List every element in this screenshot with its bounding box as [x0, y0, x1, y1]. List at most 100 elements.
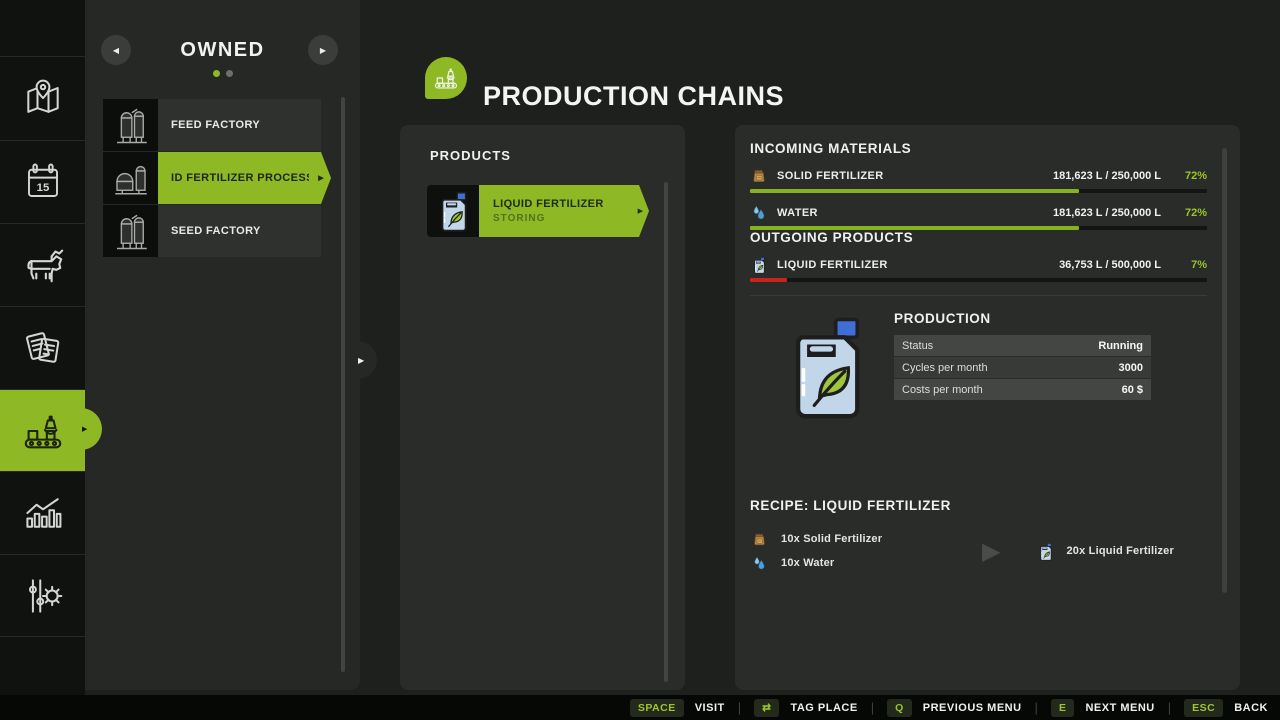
- hint-separator: |: [1167, 700, 1172, 715]
- water-icon: [750, 204, 768, 222]
- tag-place-hint: TAG PLACE: [790, 701, 858, 714]
- material-percent: 72%: [1184, 170, 1207, 182]
- row-label: Cycles per month: [902, 361, 988, 374]
- small-arrow-icon: ▶: [637, 208, 643, 215]
- page-title: PRODUCTION CHAINS: [483, 81, 785, 112]
- recipe-input-water: 10x Water: [750, 551, 946, 575]
- owned-panel: ◀ OWNED ▶ FEED FACTORY ID FERTILIZER PRO…: [85, 0, 360, 690]
- esc-key[interactable]: ESC: [1184, 698, 1224, 717]
- row-value: 3000: [1118, 361, 1143, 374]
- production-table: Status Running Cycles per month 3000 Cos…: [894, 335, 1151, 400]
- bottom-hint-bar: SPACE VISIT | ⇄ TAG PLACE | Q PREVIOUS M…: [0, 695, 1280, 720]
- material-label: WATER: [777, 207, 818, 219]
- list-item-fertilizer-factory[interactable]: ID FERTILIZER PROCESSING FA ▶: [103, 152, 331, 204]
- sidebar-item-map[interactable]: [0, 56, 85, 140]
- progress-fill: [750, 189, 1080, 193]
- sidebar-item-animals[interactable]: [0, 223, 85, 306]
- incoming-materials-title: INCOMING MATERIALS: [750, 141, 912, 156]
- main-sidebar: 15: [0, 0, 85, 695]
- material-percent: 72%: [1184, 207, 1207, 219]
- product-label: LIQUID FERTILIZER: [777, 259, 888, 271]
- sidebar-item-calendar[interactable]: 15: [0, 140, 85, 223]
- material-amount: 181,623 L / 250,000 L: [1052, 170, 1161, 182]
- small-arrow-icon: ▶: [358, 355, 365, 365]
- factory-thumbnail: [103, 205, 158, 257]
- row-label: Status: [902, 339, 934, 352]
- table-row-cycles: Cycles per month 3000: [894, 357, 1151, 378]
- space-key[interactable]: SPACE: [629, 698, 684, 717]
- production-title: PRODUCTION: [894, 311, 991, 326]
- table-row-status: Status Running: [894, 335, 1151, 356]
- hint-separator: |: [737, 700, 742, 715]
- recipe-arrow-icon: ▶: [982, 537, 1001, 565]
- section-divider: [750, 295, 1207, 296]
- product-amount: 36,753 L / 500,000 L: [1059, 259, 1161, 271]
- sidebar-spacer: [0, 636, 85, 695]
- next-menu-hint: NEXT MENU: [1085, 701, 1155, 714]
- settings-icon: [28, 578, 62, 613]
- material-row-water: WATER 181,623 L / 250,000 L 72%: [750, 203, 1207, 223]
- chevron-right-icon: ▶: [319, 45, 327, 55]
- production-block: PRODUCTION Status Running Cycles per mon…: [750, 311, 1207, 426]
- product-row-liquid-fertilizer: LIQUID FERTILIZER 36,753 L / 500,000 L 7…: [750, 255, 1207, 275]
- row-value: 60 $: [1121, 383, 1143, 396]
- cow-icon: [26, 249, 63, 283]
- map-icon: [26, 79, 59, 113]
- sidebar-item-production-chains[interactable]: [0, 389, 85, 471]
- page-dot-inactive: [225, 70, 233, 77]
- production-chains-icon: [434, 68, 458, 89]
- factory-label: SEED FACTORY: [171, 225, 261, 237]
- product-status: STORING: [493, 213, 546, 224]
- sidebar-item-settings[interactable]: [0, 554, 85, 636]
- hint-separator: |: [1034, 700, 1038, 715]
- solid-fertilizer-icon: [750, 167, 768, 185]
- panel-expander[interactable]: ▶: [355, 341, 377, 379]
- recipe-output-liquid-fertilizer: 20x Liquid Fertilizer: [1036, 542, 1174, 561]
- list-item-feed-factory[interactable]: FEED FACTORY: [103, 99, 321, 151]
- sidebar-item-statistics[interactable]: [0, 471, 85, 554]
- progress-fill: [750, 278, 787, 282]
- recipe-input-label: 10x Water: [781, 557, 835, 569]
- next-page-button[interactable]: ▶: [308, 35, 338, 65]
- calendar-day: 15: [36, 182, 49, 194]
- factory-thumbnail: [103, 99, 158, 151]
- liquid-fertilizer-icon-large: [782, 311, 868, 426]
- material-label: SOLID FERTILIZER: [777, 170, 884, 182]
- products-scrollbar[interactable]: [664, 182, 668, 682]
- page-dots: [85, 70, 360, 77]
- recipe-block: 10x Solid Fertilizer 10x Water ▶ 20x Liq…: [750, 527, 1207, 575]
- factory-label: ID FERTILIZER PROCESSING FA: [171, 172, 309, 184]
- production-chains-icon: [24, 415, 61, 448]
- contracts-icon: [25, 332, 59, 363]
- e-key[interactable]: E: [1050, 698, 1075, 717]
- production-chains-screen: 15 ▶ ◀ OWNED ▶ FEED FACTORY ID FERTILIZE…: [0, 0, 1280, 720]
- product-item-liquid-fertilizer[interactable]: LIQUID FERTILIZER STORING ▶: [427, 185, 649, 237]
- row-value: Running: [1098, 339, 1143, 352]
- water-icon: [750, 555, 768, 572]
- back-hint: BACK: [1234, 701, 1268, 714]
- sidebar-item-contracts[interactable]: [0, 306, 85, 389]
- visit-hint: VISIT: [694, 701, 725, 714]
- details-scrollbar[interactable]: [1222, 148, 1227, 593]
- solid-fertilizer-icon: [750, 531, 768, 548]
- q-key[interactable]: Q: [887, 698, 912, 717]
- production-chains-badge: [425, 57, 467, 99]
- material-amount: 181,623 L / 250,000 L: [1052, 207, 1161, 219]
- liquid-fertilizer-icon: [1036, 542, 1054, 561]
- material-row-solid-fertilizer: SOLID FERTILIZER 181,623 L / 250,000 L 7…: [750, 166, 1207, 186]
- recipe-input-label: 10x Solid Fertilizer: [781, 533, 883, 545]
- page-dot-active: [212, 70, 220, 77]
- product-percent: 7%: [1191, 259, 1207, 271]
- factory-thumbnail: [103, 152, 158, 204]
- factory-list: FEED FACTORY ID FERTILIZER PROCESSING FA…: [103, 99, 331, 258]
- recipe-input-solid-fertilizer: 10x Solid Fertilizer: [750, 527, 946, 551]
- product-thumbnail: [427, 185, 479, 237]
- recipe-output-label: 20x Liquid Fertilizer: [1066, 545, 1174, 557]
- list-item-seed-factory[interactable]: SEED FACTORY: [103, 205, 321, 257]
- row-label: Costs per month: [902, 383, 983, 396]
- statistics-icon: [25, 498, 61, 528]
- products-panel: PRODUCTS LIQUID FERTILIZER STORING ▶: [400, 125, 685, 690]
- tab-key-icon[interactable]: ⇄: [754, 698, 780, 717]
- owned-scrollbar[interactable]: [341, 97, 345, 672]
- outgoing-products-title: OUTGOING PRODUCTS: [750, 230, 914, 245]
